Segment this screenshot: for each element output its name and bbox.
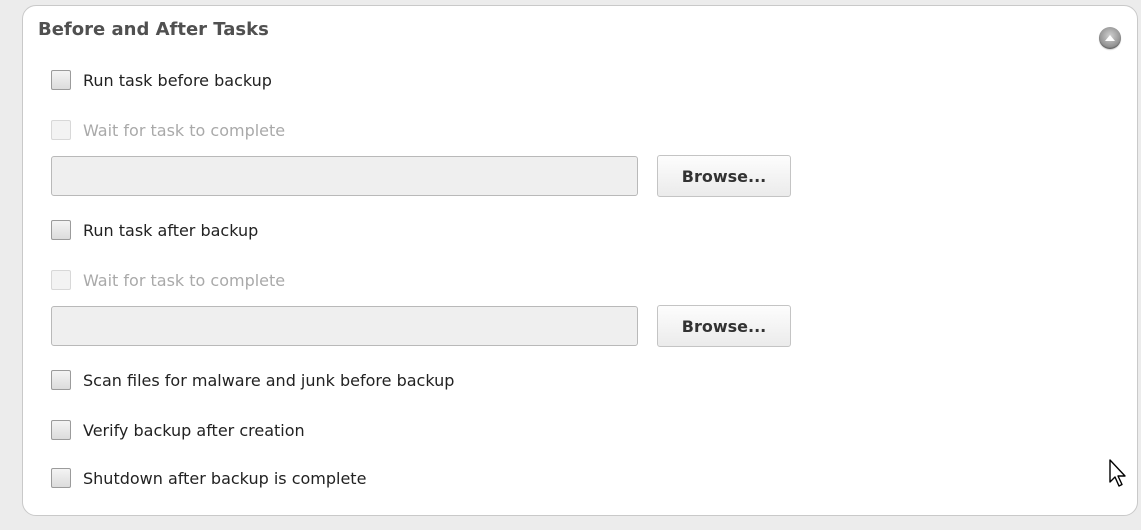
wait-after-row: Wait for task to complete bbox=[51, 266, 285, 294]
before-after-tasks-panel: Before and After Tasks Run task before b… bbox=[22, 5, 1138, 516]
wait-after-label: Wait for task to complete bbox=[83, 270, 286, 290]
chevron-up-icon bbox=[1105, 35, 1115, 41]
scan-malware-checkbox[interactable] bbox=[51, 370, 71, 390]
verify-backup-checkbox[interactable] bbox=[51, 420, 71, 440]
wait-before-checkbox bbox=[51, 120, 71, 140]
mouse-pointer-icon bbox=[1109, 459, 1126, 487]
collapse-button[interactable] bbox=[1099, 27, 1121, 49]
shutdown-label: Shutdown after backup is complete bbox=[83, 468, 367, 488]
run-task-after-label: Run task after backup bbox=[83, 220, 259, 240]
after-task-path-input[interactable] bbox=[51, 306, 638, 346]
shutdown-row[interactable]: Shutdown after backup is complete bbox=[51, 464, 366, 492]
wait-before-row: Wait for task to complete bbox=[51, 116, 285, 144]
run-task-before-checkbox[interactable] bbox=[51, 70, 71, 90]
verify-backup-row[interactable]: Verify backup after creation bbox=[51, 416, 305, 444]
verify-backup-label: Verify backup after creation bbox=[83, 420, 305, 440]
wait-before-label: Wait for task to complete bbox=[83, 120, 286, 140]
panel-title: Before and After Tasks bbox=[38, 19, 269, 40]
before-browse-button[interactable]: Browse... bbox=[657, 155, 791, 197]
scan-malware-row[interactable]: Scan files for malware and junk before b… bbox=[51, 366, 454, 394]
run-task-before-label: Run task before backup bbox=[83, 70, 272, 90]
shutdown-checkbox[interactable] bbox=[51, 468, 71, 488]
before-task-path-input[interactable] bbox=[51, 156, 638, 196]
scan-malware-label: Scan files for malware and junk before b… bbox=[83, 370, 455, 390]
after-browse-button[interactable]: Browse... bbox=[657, 305, 791, 347]
run-task-before-row[interactable]: Run task before backup bbox=[51, 66, 272, 94]
run-task-after-checkbox[interactable] bbox=[51, 220, 71, 240]
run-task-after-row[interactable]: Run task after backup bbox=[51, 216, 258, 244]
wait-after-checkbox bbox=[51, 270, 71, 290]
